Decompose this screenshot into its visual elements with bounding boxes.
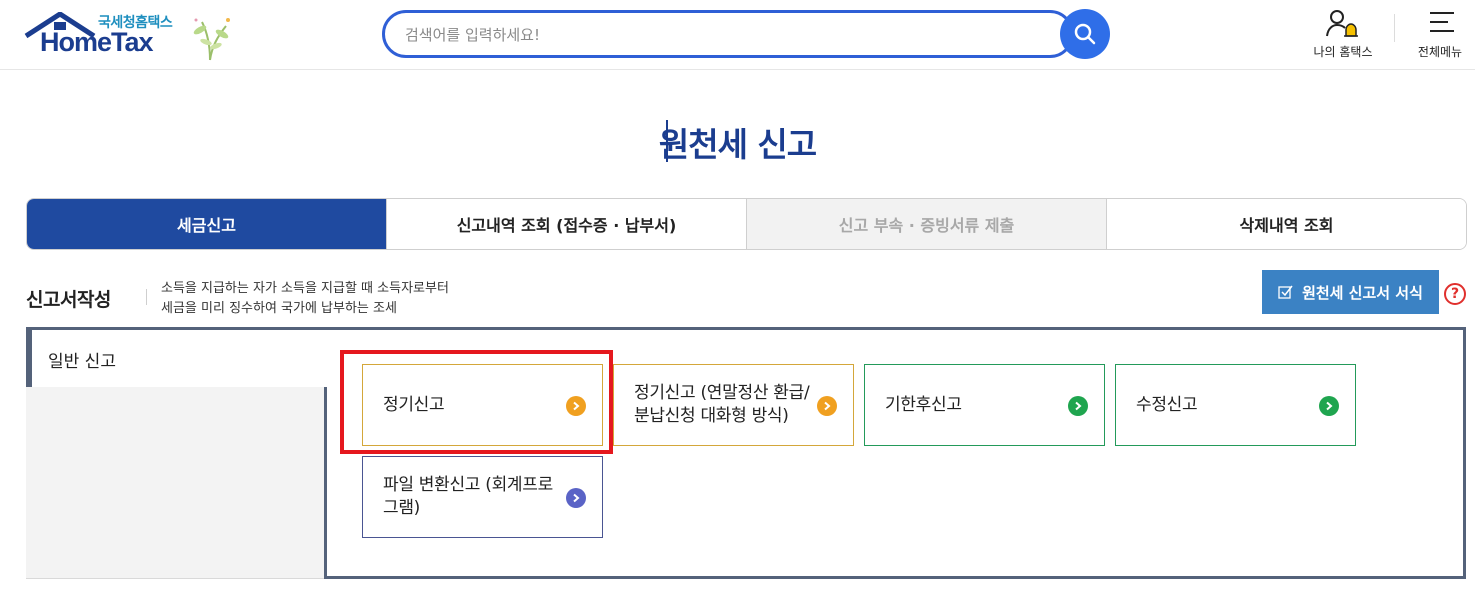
- chevron-right-icon: [1068, 396, 1088, 416]
- form-button-label: 원천세 신고서 서식: [1302, 283, 1423, 302]
- card-label: 수정신고: [1136, 394, 1198, 415]
- hamburger-menu-icon: [1430, 12, 1454, 32]
- card-label: 정기신고 (연말정산 환급/분납신청 대화형 방식): [634, 383, 810, 426]
- logo-text: HomeTax: [40, 27, 154, 57]
- user-bell-icon: [1326, 10, 1358, 37]
- card-late-filing[interactable]: 기한후신고: [864, 364, 1105, 446]
- tab-filing-history[interactable]: 신고내역 조회 (접수증 · 납부서): [386, 199, 746, 249]
- all-menu-label: 전체메뉴: [1417, 45, 1463, 59]
- search-input[interactable]: [405, 23, 1045, 47]
- general-filing-label: 일반 신고: [48, 352, 116, 372]
- checkbox-icon: [1278, 285, 1293, 299]
- card-regular-filing-year-end[interactable]: 정기신고 (연말정산 환급/분납신청 대화형 방식): [613, 364, 854, 446]
- header-divider: [1394, 14, 1395, 42]
- withholding-form-button[interactable]: 원천세 신고서 서식: [1262, 270, 1439, 314]
- my-hometax-button[interactable]: 나의 홈택스: [1305, 6, 1381, 62]
- tab-general-filing[interactable]: 일반 신고: [26, 327, 328, 387]
- plant-icon: [193, 18, 230, 61]
- all-menu-button[interactable]: 전체메뉴: [1410, 6, 1470, 62]
- panel-tab-joint: [324, 330, 329, 386]
- page-title: 원천세 신고: [658, 125, 817, 164]
- tab-deleted-history[interactable]: 삭제내역 조회: [1106, 199, 1466, 249]
- section-desc-line2: 세금을 미리 징수하여 국가에 납부하는 조세: [161, 301, 397, 316]
- left-tab-area: [26, 385, 326, 579]
- hometax-logo[interactable]: 국세청홈택스 HomeTax: [24, 10, 244, 62]
- card-label: 파일 변환신고 (회계프로그램): [383, 475, 553, 518]
- header: 국세청홈택스 HomeTax 나의 홈택스: [0, 0, 1475, 70]
- tab-bar: 세금신고 신고내역 조회 (접수증 · 납부서) 신고 부속 · 증빙서류 제출…: [26, 198, 1467, 250]
- bottom-divider: [26, 578, 326, 579]
- tab-tax-filing[interactable]: 세금신고: [27, 199, 386, 249]
- help-icon[interactable]: ?: [1444, 283, 1466, 305]
- chevron-right-icon: [1319, 396, 1339, 416]
- section-desc-line1: 소득을 지급하는 자가 소득을 지급할 때 소득자로부터: [161, 281, 449, 296]
- chevron-right-icon: [566, 488, 586, 508]
- chevron-right-icon: [817, 396, 837, 416]
- search-button[interactable]: [1060, 9, 1110, 59]
- my-hometax-label: 나의 홈택스: [1313, 45, 1373, 59]
- section-divider: [146, 289, 147, 305]
- section-description: 소득을 지급하는 자가 소득을 지급할 때 소득자로부터 세금을 미리 징수하여…: [161, 279, 449, 319]
- card-amended-filing[interactable]: 수정신고: [1115, 364, 1356, 446]
- section-title: 신고서작성: [26, 289, 111, 311]
- search-icon: [1074, 23, 1096, 45]
- tab-attachment-submit[interactable]: 신고 부속 · 증빙서류 제출: [746, 199, 1106, 249]
- highlight-box: [340, 350, 613, 454]
- search-box: [382, 10, 1074, 58]
- card-file-conversion-filing[interactable]: 파일 변환신고 (회계프로그램): [362, 456, 603, 538]
- card-label: 기한후신고: [885, 394, 962, 415]
